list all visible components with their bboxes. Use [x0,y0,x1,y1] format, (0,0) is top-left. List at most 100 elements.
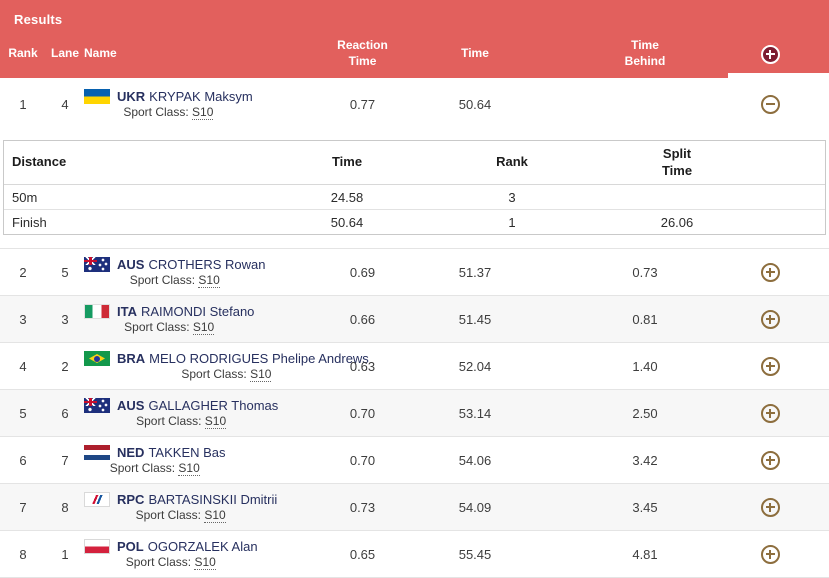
lane-value: 7 [46,453,84,468]
sport-class-line: Sport Class: S10 [84,508,277,522]
time-behind-value: 3.45 [545,500,745,515]
reaction-time-value: 0.73 [300,500,425,515]
rank-value: 6 [0,453,46,468]
table-row: 5 6 AUS GALLAGHER Thomas Sport Class: S1… [0,389,829,436]
time-value: 54.06 [425,453,525,468]
time-value: 52.04 [425,359,525,374]
expand-splits-plus-circle-icon[interactable] [761,404,780,423]
athlete-block: AUS CROTHERS Rowan Sport Class: S10 [84,257,265,287]
noc-code: BRA [117,351,145,366]
sport-class-line: Sport Class: S10 [84,414,278,428]
splits-header-time: Time [252,154,442,170]
split-rank-value: 3 [442,190,582,205]
country-flag [84,304,110,319]
sport-class-abbr[interactable]: S10 [194,555,215,570]
noc-code: UKR [117,89,145,104]
athlete-block: POL OGORZALEK Alan Sport Class: S10 [84,539,258,569]
rank-value: 1 [0,97,46,112]
sport-class-abbr[interactable]: S10 [178,461,199,476]
time-value: 53.14 [425,406,525,421]
expand-splits-plus-circle-icon[interactable] [761,357,780,376]
sport-class-line: Sport Class: S10 [84,555,258,569]
athlete-block: AUS GALLAGHER Thomas Sport Class: S10 [84,398,278,428]
athlete-name: CROTHERS Rowan [148,257,265,272]
column-header-reaction-time: Reaction Time [300,38,425,69]
expand-splits-plus-circle-icon[interactable] [761,498,780,517]
column-header-time-behind: Time Behind [545,38,745,69]
table-row: 1 4 UKR KRYPAK Maksym Sport Class: S10 0… [0,78,829,130]
country-flag [84,398,110,413]
reaction-time-value: 0.63 [300,359,425,374]
country-flag [84,539,110,554]
splits-header-distance: Distance [4,154,252,170]
noc-code: NED [117,445,144,460]
rank-value: 8 [0,547,46,562]
athlete-name: BARTASINSKII Dmitrii [148,492,277,507]
split-time-value: 24.58 [252,190,442,205]
results-header: Results Rank Lane Name Reaction Time Tim… [0,0,829,78]
table-row: 2 5 AUS CROTHERS Rowan Sport Class: S10 … [0,248,829,295]
expand-splits-plus-circle-icon[interactable] [761,310,780,329]
lane-value: 4 [46,97,84,112]
time-value: 51.45 [425,312,525,327]
splits-row: 50m 24.58 3 [4,185,825,209]
athlete-name: RAIMONDI Stefano [141,304,254,319]
time-value: 50.64 [425,97,525,112]
rank-value: 5 [0,406,46,421]
column-header-name: Name [84,46,300,62]
country-flag [84,89,110,104]
collapse-splits-minus-circle-icon[interactable] [761,95,780,114]
sport-class-line: Sport Class: S10 [84,461,226,475]
sport-class-line: Sport Class: S10 [84,105,253,119]
splits-header-rank: Rank [442,154,582,170]
lane-value: 8 [46,500,84,515]
time-behind-value: 3.42 [545,453,745,468]
reaction-time-value: 0.65 [300,547,425,562]
sport-class-abbr[interactable]: S10 [198,273,219,288]
athlete-block: ITA RAIMONDI Stefano Sport Class: S10 [84,304,254,334]
lane-value: 3 [46,312,84,327]
column-header-rank: Rank [0,46,46,62]
reaction-time-value: 0.69 [300,265,425,280]
lane-value: 2 [46,359,84,374]
header-notch [728,73,829,78]
lane-value: 1 [46,547,84,562]
sport-class-abbr[interactable]: S10 [250,367,271,382]
reaction-time-value: 0.66 [300,312,425,327]
athlete-name: OGORZALEK Alan [148,539,258,554]
split-split-time-value: 26.06 [582,215,772,230]
reaction-time-value: 0.77 [300,97,425,112]
time-behind-value: 0.73 [545,265,745,280]
expand-all-plus-circle-icon[interactable] [761,45,780,64]
expand-splits-plus-circle-icon[interactable] [761,451,780,470]
athlete-name: KRYPAK Maksym [149,89,253,104]
lane-value: 5 [46,265,84,280]
sport-class-abbr[interactable]: S10 [192,105,213,120]
noc-code: AUS [117,398,144,413]
splits-panel: Distance Time Rank Split Time 50m 24.58 … [3,140,826,235]
expand-splits-plus-circle-icon[interactable] [761,263,780,282]
reaction-time-value: 0.70 [300,406,425,421]
time-value: 55.45 [425,547,525,562]
country-flag [84,257,110,272]
time-behind-value: 1.40 [545,359,745,374]
sport-class-line: Sport Class: S10 [84,273,265,287]
sport-class-line: Sport Class: S10 [84,320,254,334]
time-value: 54.09 [425,500,525,515]
athlete-block: NED TAKKEN Bas Sport Class: S10 [84,445,226,475]
country-flag [84,445,110,460]
athlete-block: UKR KRYPAK Maksym Sport Class: S10 [84,89,253,119]
reaction-time-value: 0.70 [300,453,425,468]
splits-row: Finish 50.64 1 26.06 [4,209,825,234]
split-time-value: 50.64 [252,215,442,230]
athlete-name: TAKKEN Bas [148,445,225,460]
expand-splits-plus-circle-icon[interactable] [761,545,780,564]
rank-value: 4 [0,359,46,374]
splits-header-row: Distance Time Rank Split Time [4,141,825,185]
athlete-block: RPC BARTASINSKII Dmitrii Sport Class: S1… [84,492,277,522]
sport-class-abbr[interactable]: S10 [193,320,214,335]
noc-code: AUS [117,257,144,272]
sport-class-abbr[interactable]: S10 [204,508,225,523]
noc-code: ITA [117,304,137,319]
sport-class-abbr[interactable]: S10 [205,414,226,429]
